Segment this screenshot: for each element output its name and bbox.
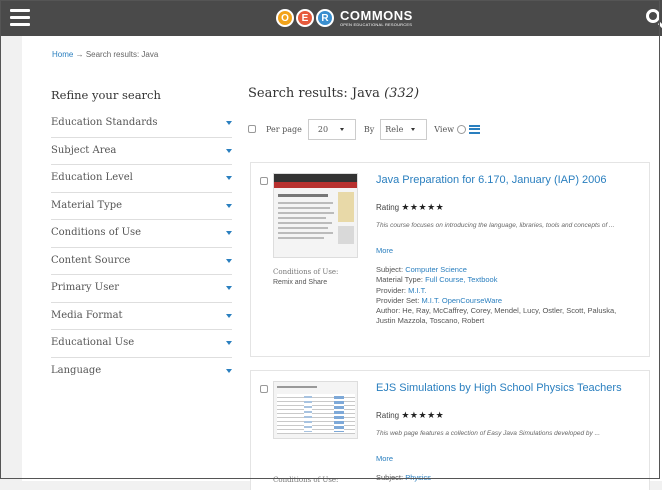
dropdown-arrow-icon [411,127,416,131]
caret-down-icon [226,121,232,125]
caret-down-icon [226,368,232,373]
result-title-link[interactable]: EJS Simulations by High School Physics T… [376,382,626,395]
top-navbar: O E R COMMONS OPEN EDUCATIONAL RESOURCES [0,0,662,36]
more-link[interactable]: More [376,246,393,255]
select-all-checkbox[interactable] [248,125,256,133]
filter-conditions-of-use[interactable]: Conditions of Use [51,220,232,248]
result-metadata: Subject: Computer Science Material Type:… [376,265,636,327]
result-checkbox[interactable] [260,385,268,393]
breadcrumb-separator: → [75,50,84,59]
provider-label: Provider: [376,285,407,295]
result-checkbox[interactable] [260,177,268,185]
filter-label: Conditions of Use [51,227,142,238]
provider-set-link[interactable]: M.I.T. OpenCourseWare [421,296,502,305]
logo-letter-o: O [276,9,294,27]
search-icon[interactable] [646,9,660,23]
result-description: This web page features a collection of E… [376,430,601,437]
breadcrumb-current: Search results: Java [85,50,159,59]
subject-label: Subject: [376,265,404,274]
star-rating-icon: ★★★★★ [401,202,445,212]
breadcrumb-home-link[interactable]: Home [52,50,73,59]
result-description: This course focuses on introducing the l… [376,222,615,229]
filter-education-level[interactable]: Education Level [51,165,232,193]
conditions-of-use-value: Remix and Share [273,279,328,286]
logo-letter-r: R [316,9,334,27]
filter-label: Material Type [51,199,123,211]
dropdown-arrow-icon [340,127,345,131]
filter-list: Education Standards Subject Area Educati… [51,110,232,384]
result-thumbnail[interactable] [273,381,358,439]
results-toolbar: Per page 20 By Rele View [248,118,481,140]
filter-primary-user[interactable]: Primary User [51,275,232,303]
caret-down-icon [226,258,232,263]
caret-down-icon [226,176,232,180]
author-value: He, Ray, McCaffrey, Corey, Mendel, Lucy,… [376,306,617,326]
caret-down-icon [226,231,232,235]
main-content: Home → Search results: Java Refine your … [22,36,662,490]
filter-educational-use[interactable]: Educational Use [51,330,232,358]
result-title-link[interactable]: Java Preparation for 6.170, January (IAP… [376,174,626,187]
rating: Rating ★★★★★ [376,410,444,421]
logo-letter-e: E [296,9,314,27]
filter-subject-area[interactable]: Subject Area [51,138,232,165]
filter-material-type[interactable]: Material Type [51,193,232,220]
provider-link[interactable]: M.I.T. [408,286,426,295]
author-label: Author: [376,306,401,316]
filter-label: Media Format [51,309,123,321]
caret-down-icon [226,203,232,208]
filter-label: Educational Use [51,337,135,348]
caret-down-icon [226,341,232,345]
caret-down-icon [226,313,232,318]
grid-view-radio[interactable] [457,124,467,134]
filter-label: Primary User [51,282,120,293]
conditions-of-use-label: Conditions of Use: [273,476,339,484]
rating-label: Rating [376,411,400,420]
rating: Rating ★★★★★ [376,202,444,213]
subject-link[interactable]: Computer Science [405,265,467,274]
results-count: (332) [384,86,420,101]
sort-by-select[interactable]: Rele [380,118,428,140]
results-title: Search results: Java (332) [248,86,419,101]
result-card: EJS Simulations by High School Physics T… [250,370,650,490]
filter-education-standards[interactable]: Education Standards [51,110,232,138]
logo-subtitle: OPEN EDUCATIONAL RESOURCES [340,22,413,27]
result-metadata: Subject: Physics [376,473,636,483]
per-page-select[interactable]: 20 [307,118,356,140]
provider-set-label: Provider Set: [376,295,420,305]
caret-down-icon [226,148,232,153]
star-rating-icon: ★★★★★ [401,410,445,420]
breadcrumb: Home → Search results: Java [52,50,158,59]
per-page-label: Per page [266,124,302,134]
list-view-icon[interactable] [469,124,481,134]
sort-by-value: Rele [385,124,404,134]
conditions-of-use-label: Conditions of Use: [273,268,339,276]
result-card: Java Preparation for 6.170, January (IAP… [250,162,650,357]
logo-title: COMMONS [340,8,413,23]
filter-content-source[interactable]: Content Source [51,248,232,275]
filter-media-format[interactable]: Media Format [51,303,232,330]
rating-label: Rating [376,203,400,212]
oer-commons-logo[interactable]: O E R COMMONS OPEN EDUCATIONAL RESOURCES [276,6,413,30]
sort-by-label: By [363,124,375,134]
result-thumbnail[interactable] [273,173,358,258]
results-query: Search results: Java [248,86,380,101]
refine-search-title: Refine your search [51,88,161,102]
caret-down-icon [226,286,232,290]
more-link[interactable]: More [376,454,393,463]
material-type-link[interactable]: Full Course, Textbook [425,275,497,284]
hamburger-menu-icon[interactable] [10,9,30,27]
filter-label: Education Standards [51,117,158,128]
filter-language[interactable]: Language [51,358,232,385]
filter-label: Content Source [51,254,131,266]
filter-label: Subject Area [51,144,117,156]
per-page-value: 20 [317,124,329,134]
filter-label: Education Level [51,172,133,183]
view-label: View [434,124,455,134]
filter-label: Language [51,364,102,376]
material-type-label: Material Type: [376,275,423,285]
